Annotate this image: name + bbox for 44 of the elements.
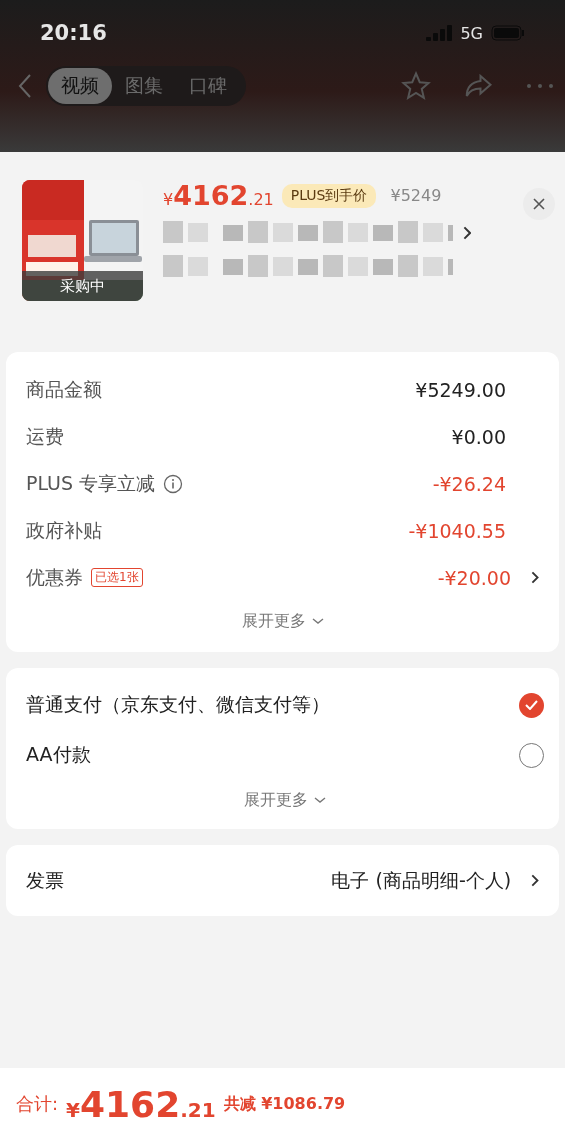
price: ¥4162.21 (163, 180, 274, 211)
chevron-right-icon[interactable] (531, 571, 539, 584)
star-icon[interactable] (401, 71, 431, 101)
saved-amount: 共减 ¥1086.79 (223, 1093, 346, 1115)
chevron-right-icon (531, 874, 539, 887)
fee-label: 优惠券 (26, 564, 83, 590)
radio-button[interactable] (519, 742, 544, 768)
nav-tab[interactable]: 口碑 (176, 68, 240, 104)
expand-more-button[interactable]: 展开更多 (241, 601, 324, 642)
fee-value: -¥20.00 (437, 566, 511, 589)
network-label: 5G (460, 23, 483, 43)
status-time: 20:16 (40, 21, 107, 45)
radio-button[interactable] (519, 692, 544, 718)
coupon-tag: 已选1张 (91, 568, 143, 587)
signal-icon (426, 25, 453, 41)
fee-label: PLUS 专享立减 (26, 470, 156, 496)
back-icon[interactable] (18, 73, 32, 99)
expand-more-button[interactable]: 展开更多 (244, 780, 326, 821)
nav-tab[interactable]: 图集 (112, 68, 176, 104)
nav-tab[interactable]: 视频 (48, 68, 112, 104)
original-price: ¥5249 (390, 186, 442, 205)
close-button[interactable] (523, 188, 555, 220)
fee-label: 政府补贴 (26, 517, 102, 543)
fee-value: ¥0.00 (451, 425, 506, 448)
purchase-status: 采购中 (22, 271, 143, 301)
fee-value: -¥26.24 (432, 472, 506, 495)
close-icon (533, 198, 545, 210)
info-icon[interactable] (163, 473, 184, 494)
fee-value: ¥5249.00 (415, 378, 506, 401)
invoice-label: 发票 (26, 867, 64, 893)
chevron-down-icon (311, 618, 324, 625)
payment-option[interactable]: 普通支付（京东支付、微信支付等） (26, 692, 330, 718)
total-label: 合计: (16, 1092, 59, 1116)
fee-label: 商品金额 (26, 376, 102, 402)
battery-icon (491, 25, 525, 41)
chevron-down-icon (314, 797, 326, 804)
fee-value: -¥1040.55 (408, 519, 506, 542)
check-icon (525, 700, 538, 710)
chevron-right-icon (463, 226, 472, 240)
fee-label: 运费 (26, 423, 64, 449)
invoice-value[interactable]: 电子 (商品明细-个人) (331, 867, 512, 894)
total-price: ¥4162.21 (66, 1083, 216, 1125)
payment-option[interactable]: AA付款 (26, 742, 91, 768)
plus-price-badge: PLUS到手价 (281, 183, 377, 208)
